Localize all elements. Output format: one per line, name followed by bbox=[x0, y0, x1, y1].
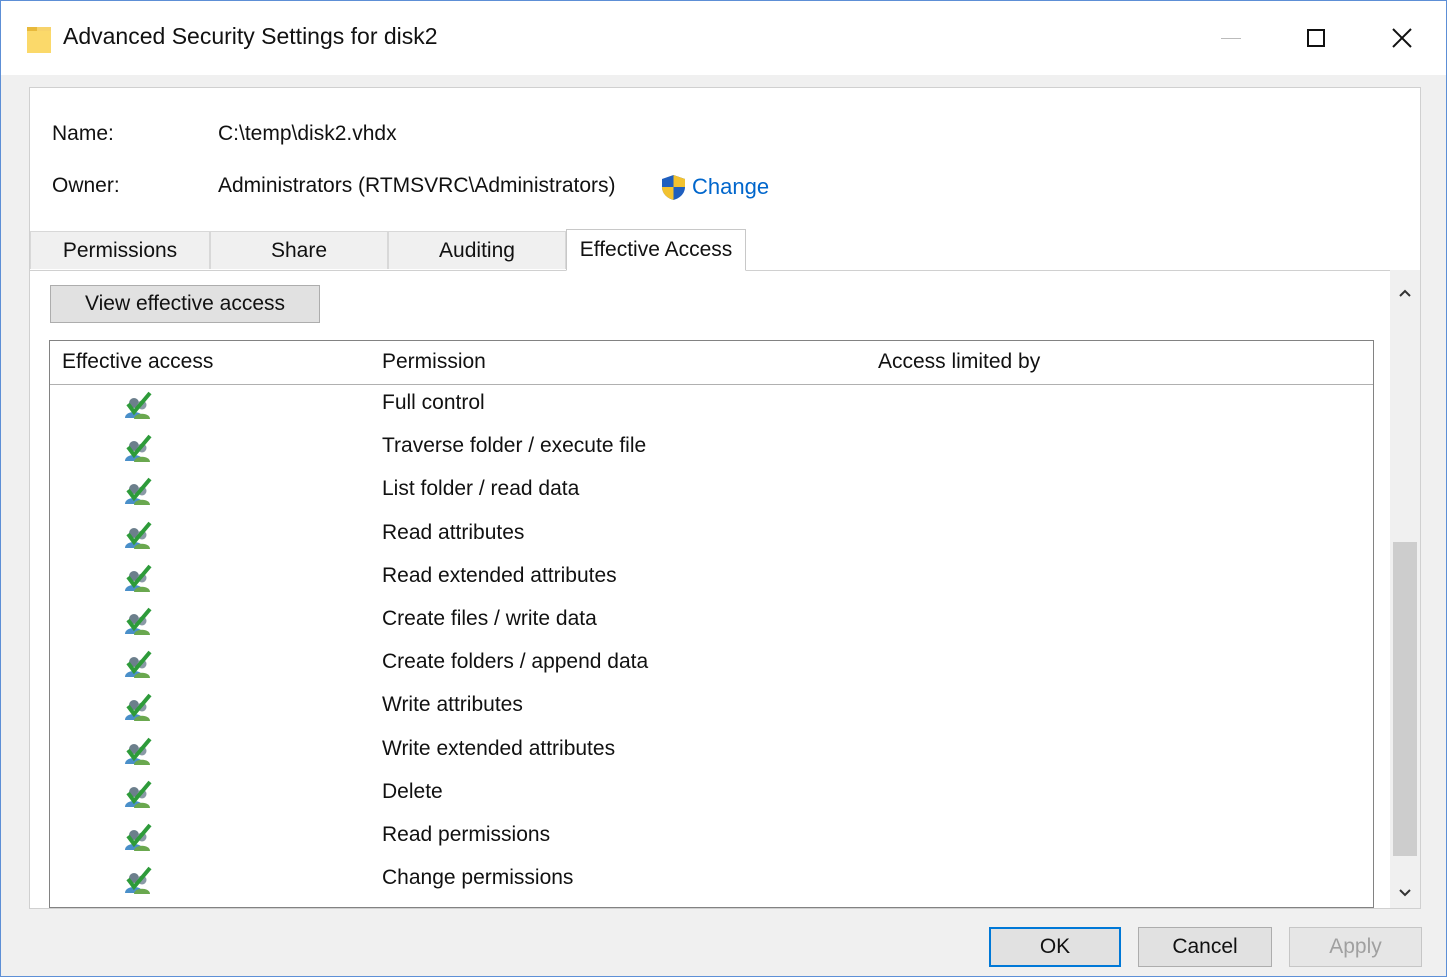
title-bar[interactable]: Advanced Security Settings for disk2 bbox=[1, 1, 1446, 75]
permission-name: Traverse folder / execute file bbox=[382, 434, 647, 458]
uac-shield-icon bbox=[662, 175, 685, 200]
table-row[interactable]: Traverse folder / execute file bbox=[50, 428, 1373, 471]
allowed-check-icon bbox=[122, 866, 154, 896]
table-row[interactable]: Create folders / append data bbox=[50, 644, 1373, 687]
name-label: Name: bbox=[52, 122, 114, 145]
tab-auditing[interactable]: Auditing bbox=[388, 231, 566, 269]
permission-name: Read permissions bbox=[382, 822, 551, 846]
maximize-icon bbox=[1307, 29, 1325, 47]
effective-access-list[interactable]: Effective access Permission Access limit… bbox=[49, 340, 1374, 908]
allowed-check-icon bbox=[122, 434, 154, 464]
ok-button[interactable]: OK bbox=[989, 927, 1121, 967]
allowed-check-icon bbox=[122, 823, 154, 853]
change-owner-link[interactable]: Change bbox=[692, 174, 769, 200]
permission-name: Change permissions bbox=[382, 866, 574, 890]
settings-panel: Name: C:\temp\disk2.vhdx Owner: Administ… bbox=[29, 87, 1421, 909]
allowed-check-icon bbox=[122, 477, 154, 507]
table-row[interactable]: Full control bbox=[50, 385, 1373, 428]
allowed-check-icon bbox=[122, 693, 154, 723]
scroll-thumb[interactable] bbox=[1393, 542, 1417, 856]
allowed-check-icon bbox=[122, 607, 154, 637]
permission-name: Read extended attributes bbox=[382, 563, 617, 587]
chevron-down-icon bbox=[1399, 889, 1411, 897]
tab-permissions[interactable]: Permissions bbox=[30, 231, 210, 269]
view-effective-access-button[interactable]: View effective access bbox=[50, 285, 320, 323]
minimize-button[interactable] bbox=[1188, 1, 1274, 75]
table-row[interactable]: Change permissions bbox=[50, 860, 1373, 903]
column-header-access-limited-by[interactable]: Access limited by bbox=[878, 350, 1040, 374]
maximize-button[interactable] bbox=[1273, 1, 1359, 75]
list-header: Effective access Permission Access limit… bbox=[50, 341, 1373, 385]
table-row[interactable]: Read permissions bbox=[50, 817, 1373, 860]
table-row[interactable]: Read attributes bbox=[50, 515, 1373, 558]
close-button[interactable] bbox=[1359, 1, 1445, 75]
permission-name: Full control bbox=[382, 391, 485, 414]
tab-share[interactable]: Share bbox=[210, 231, 388, 269]
tab-effective-access[interactable]: Effective Access bbox=[566, 229, 746, 271]
permission-rows: Full control Traverse folder / execute fi… bbox=[50, 385, 1373, 903]
permission-name: Delete bbox=[382, 779, 443, 803]
vertical-scrollbar[interactable] bbox=[1390, 270, 1420, 908]
permission-name: Write attributes bbox=[382, 693, 523, 717]
allowed-check-icon bbox=[122, 650, 154, 680]
minimize-icon bbox=[1221, 37, 1241, 39]
permission-name: Read attributes bbox=[382, 520, 525, 544]
allowed-check-icon bbox=[122, 521, 154, 551]
scroll-up-button[interactable] bbox=[1390, 278, 1420, 308]
cancel-button[interactable]: Cancel bbox=[1138, 927, 1272, 967]
permission-name: Create folders / append data bbox=[382, 650, 649, 674]
chevron-up-icon bbox=[1399, 289, 1411, 297]
allowed-check-icon bbox=[122, 391, 154, 421]
allowed-check-icon bbox=[122, 737, 154, 767]
table-row[interactable]: Write extended attributes bbox=[50, 731, 1373, 774]
permission-name: List folder / read data bbox=[382, 477, 580, 501]
window-title: Advanced Security Settings for disk2 bbox=[63, 23, 438, 49]
scroll-down-button[interactable] bbox=[1390, 878, 1420, 908]
allowed-check-icon bbox=[122, 564, 154, 594]
tab-strip: Permissions Share Auditing Effective Acc… bbox=[30, 229, 1420, 271]
table-row[interactable]: Create files / write data bbox=[50, 601, 1373, 644]
folder-icon bbox=[27, 27, 51, 53]
table-row[interactable]: Read extended attributes bbox=[50, 558, 1373, 601]
table-row[interactable]: List folder / read data bbox=[50, 471, 1373, 514]
owner-label: Owner: bbox=[52, 174, 120, 197]
column-header-permission[interactable]: Permission bbox=[382, 350, 486, 374]
column-header-effective-access[interactable]: Effective access bbox=[62, 350, 213, 374]
name-value: C:\temp\disk2.vhdx bbox=[218, 122, 397, 145]
owner-value: Administrators (RTMSVRC\Administrators) bbox=[218, 174, 616, 197]
table-row[interactable]: Write attributes bbox=[50, 687, 1373, 730]
security-settings-window: Advanced Security Settings for disk2 Nam… bbox=[0, 0, 1447, 977]
close-icon bbox=[1392, 28, 1412, 48]
apply-button[interactable]: Apply bbox=[1289, 927, 1422, 967]
permission-name: Create files / write data bbox=[382, 606, 597, 630]
allowed-check-icon bbox=[122, 780, 154, 810]
table-row[interactable]: Delete bbox=[50, 774, 1373, 817]
permission-name: Write extended attributes bbox=[382, 736, 616, 760]
